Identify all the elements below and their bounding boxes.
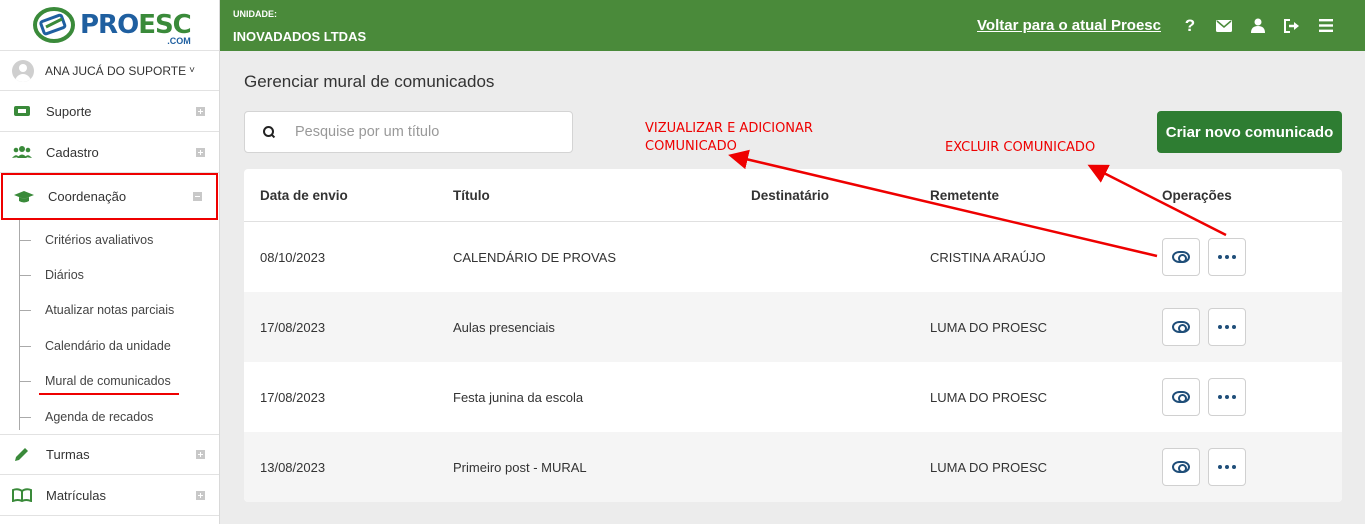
user-name: ANA JUCÁ DO SUPORTE xyxy=(45,63,187,78)
col-date[interactable]: Data de envio xyxy=(260,188,348,203)
table-row[interactable]: 17/08/2023 Aulas presenciais LUMA DO PRO… xyxy=(244,292,1342,362)
top-header: UNIDADE: INOVADADOS LTDAS Voltar para o … xyxy=(220,0,1365,51)
help-icon[interactable]: ? xyxy=(1173,14,1207,38)
view-button[interactable] xyxy=(1162,238,1200,276)
logo-sub: .COM xyxy=(167,36,191,46)
annotation-view-add-line1: VIZUALIZAR E ADICIONAR xyxy=(645,121,813,136)
coordenacao-submenu: Critérios avaliativos Diários Atualizar … xyxy=(0,220,219,434)
logo-main: PRO xyxy=(80,10,139,40)
more-options-button[interactable] xyxy=(1208,378,1246,416)
create-notice-button[interactable]: Criar novo comunicado xyxy=(1157,111,1342,153)
ellipsis-icon xyxy=(1218,395,1236,399)
annotation-view-add-line2: COMUNICADO xyxy=(645,139,737,154)
row-sender: LUMA DO PROESC xyxy=(930,320,1048,335)
unit-label: UNIDADE: xyxy=(233,9,277,19)
more-options-button[interactable] xyxy=(1208,448,1246,486)
graduation-cap-icon xyxy=(14,189,34,205)
support-icon xyxy=(12,103,32,119)
sidebar-item-label: Coordenação xyxy=(48,189,127,204)
book-icon xyxy=(12,487,32,503)
submenu-item-calendario[interactable]: Calendário da unidade xyxy=(0,328,219,363)
row-title: Aulas presenciais xyxy=(453,320,555,335)
row-sender: LUMA DO PROESC xyxy=(930,390,1048,405)
col-recipient[interactable]: Destinatário xyxy=(751,188,829,203)
table-header: Data de envio Título Destinatário Remete… xyxy=(244,169,1342,222)
submenu-item-notas[interactable]: Atualizar notas parciais xyxy=(0,293,219,328)
row-date: 17/08/2023 xyxy=(260,390,326,405)
row-sender: LUMA DO PROESC xyxy=(930,460,1048,475)
mail-icon[interactable] xyxy=(1207,14,1241,38)
eye-icon xyxy=(1172,321,1190,333)
eye-icon xyxy=(1172,461,1190,473)
user-icon[interactable] xyxy=(1241,14,1275,38)
sidebar-item-matriculas[interactable]: Matrículas xyxy=(0,475,219,517)
more-options-button[interactable] xyxy=(1208,238,1246,276)
row-date: 08/10/2023 xyxy=(260,250,326,265)
sidebar: PROESC .COM ANA JUCÁ DO SUPORTE ˅ Suport… xyxy=(0,0,220,524)
expand-icon[interactable] xyxy=(196,147,205,157)
search-box[interactable] xyxy=(244,111,573,153)
submenu-item-agenda[interactable]: Agenda de recados xyxy=(0,399,219,434)
col-title[interactable]: Título xyxy=(453,188,490,203)
row-title: Primeiro post - MURAL xyxy=(453,460,587,475)
collapse-icon[interactable] xyxy=(193,192,202,201)
view-button[interactable] xyxy=(1162,448,1200,486)
view-button[interactable] xyxy=(1162,378,1200,416)
expand-icon[interactable] xyxy=(196,106,205,116)
chevron-down-icon: ˅ xyxy=(189,65,195,76)
table-row[interactable]: 13/08/2023 Primeiro post - MURAL LUMA DO… xyxy=(244,432,1342,502)
row-sender: CRISTINA ARAÚJO xyxy=(930,250,1046,265)
sidebar-item-label: Suporte xyxy=(46,103,92,119)
row-title: Festa junina da escola xyxy=(453,390,584,405)
row-title: CALENDÁRIO DE PROVAS xyxy=(453,250,617,265)
sidebar-item-coordenacao[interactable]: Coordenação xyxy=(1,173,218,220)
table-row[interactable]: 17/08/2023 Festa junina da escola LUMA D… xyxy=(244,362,1342,432)
annotation-delete: EXCLUIR COMUNICADO xyxy=(945,140,1096,155)
sidebar-item-cadastro[interactable]: Cadastro xyxy=(0,132,219,173)
col-operations: Operações xyxy=(1162,188,1232,203)
table-row[interactable]: 08/10/2023 CALENDÁRIO DE PROVAS CRISTINA… xyxy=(244,222,1342,292)
avatar xyxy=(12,59,34,82)
ellipsis-icon xyxy=(1218,255,1236,259)
annotation-view-add: VIZUALIZAR E ADICIONAR COMUNICADO xyxy=(645,120,813,156)
proesc-logo[interactable]: PROESC .COM xyxy=(0,0,219,51)
pencil-icon xyxy=(12,447,32,463)
ellipsis-icon xyxy=(1218,325,1236,329)
logout-icon[interactable] xyxy=(1275,14,1309,38)
menu-icon[interactable] xyxy=(1309,14,1343,38)
users-icon xyxy=(12,144,32,160)
ellipsis-icon xyxy=(1218,465,1236,469)
more-options-button[interactable] xyxy=(1208,308,1246,346)
submenu-item-criterios[interactable]: Critérios avaliativos xyxy=(0,222,219,257)
col-sender[interactable]: Remetente xyxy=(930,188,999,203)
sidebar-item-turmas[interactable]: Turmas xyxy=(0,434,219,476)
submenu-item-mural[interactable]: Mural de comunicados xyxy=(0,364,219,399)
eye-icon xyxy=(1172,391,1190,403)
search-input[interactable] xyxy=(295,124,555,140)
proesc-logo-icon xyxy=(32,7,76,43)
search-icon xyxy=(262,125,276,139)
notices-table: Data de envio Título Destinatário Remete… xyxy=(244,169,1342,502)
back-to-proesc-link[interactable]: Voltar para o atual Proesc xyxy=(977,17,1161,34)
sidebar-item-label: Matrículas xyxy=(46,487,106,503)
sidebar-item-label: Turmas xyxy=(46,447,90,463)
expand-icon[interactable] xyxy=(196,490,205,500)
page-title: Gerenciar mural de comunicados xyxy=(244,72,495,91)
row-date: 13/08/2023 xyxy=(260,460,326,475)
unit-name: INOVADADOS LTDAS xyxy=(233,29,367,44)
view-button[interactable] xyxy=(1162,308,1200,346)
sidebar-item-suporte[interactable]: Suporte xyxy=(0,91,219,132)
submenu-item-diarios[interactable]: Diários xyxy=(0,257,219,292)
sidebar-item-label: Cadastro xyxy=(46,144,99,160)
eye-icon xyxy=(1172,251,1190,263)
expand-icon[interactable] xyxy=(196,450,205,460)
row-date: 17/08/2023 xyxy=(260,320,326,335)
user-menu[interactable]: ANA JUCÁ DO SUPORTE ˅ xyxy=(0,51,219,91)
